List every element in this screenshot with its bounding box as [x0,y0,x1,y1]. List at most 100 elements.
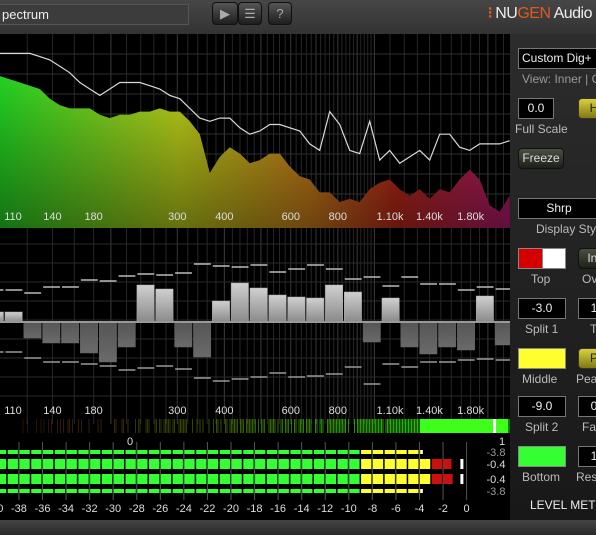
rms-segment [0,450,7,454]
frequency-label: 800 [329,211,347,223]
meter-scale-label: -4 [415,503,425,515]
p-button[interactable]: P [578,348,596,369]
rms-segment [361,489,372,493]
meter-scale-label: -26 [152,503,168,515]
peak-segment [431,459,443,469]
top-color-swatch-white[interactable] [542,248,566,269]
list-icon: ☰ [244,6,256,21]
deviation-bar [117,321,136,348]
peak-segment [101,474,113,484]
meter-scale-label: -34 [58,503,74,515]
frequency-label: 110 [4,211,22,223]
peak-segment [408,459,419,469]
deviation-bar [230,282,249,323]
deviation-bar [212,300,230,323]
fall-field[interactable]: 0 [578,396,596,417]
peak-segment [31,474,42,484]
res-label: Res [576,470,596,484]
menu-button[interactable]: ☰ [238,2,262,25]
help-button[interactable]: ? [268,2,292,25]
full-scale-label: Full Scale [515,122,568,136]
peak-segment [361,474,372,484]
meter-scale-label: -16 [270,503,286,515]
rms-segment [113,489,124,493]
peak-segment [90,474,101,484]
rms-segment [349,450,360,454]
analyzer-svg: 01 -40-38-36-34-32-30-28-26-24-22-20-18-… [0,34,510,515]
rms-segment [384,450,395,454]
split2-label: Split 2 [525,420,559,434]
peak-segment [372,459,384,469]
bottom-color-swatch[interactable] [518,446,566,467]
rms-segment [255,450,266,454]
peak-segment [196,459,207,469]
spectrum-fill-shade [0,76,510,228]
deviation-bar [325,284,343,323]
deviation-bar [23,321,42,339]
meter-scale-label: -18 [247,503,263,515]
rms-segment [408,450,419,454]
meter-scale-label: -14 [294,503,310,515]
rms-segment [66,489,77,493]
title-bar: pectrum ▶ ☰ ? ⁝ NUGEN Audio [0,0,596,34]
top-color-swatch-red[interactable] [518,248,543,269]
peak-hold-marker [460,459,464,469]
split1-field[interactable]: -3.0 [518,298,566,319]
fall-label: Fal [582,420,596,434]
meter-scale-label: -32 [82,503,98,515]
rms-segment [278,489,289,493]
freeze-button[interactable]: Freeze [518,148,564,169]
play-button[interactable]: ▶ [212,2,238,25]
deviation-bar [381,297,400,323]
frequency-label: 180 [84,405,102,417]
rms-segment [266,450,278,454]
peak-segment [78,474,89,484]
rms-segment [90,450,101,454]
rms-segment [290,450,301,454]
frequency-label: 600 [282,211,300,223]
h-button[interactable]: H [578,98,596,119]
full-scale-field[interactable]: 0.0 [518,98,554,119]
peak-segment [302,474,313,484]
peak-segment [0,474,7,484]
bottom-label: Bottom [522,470,561,484]
peak-segment [290,474,301,484]
frequency-label: 1.80k [457,211,484,223]
settings-panel: Custom Dig+ View: Inner | C 0.0 H Full S… [510,34,596,520]
rms-segment [419,450,421,454]
peak-hold-readout: -0.4 [487,474,506,486]
peak-segment [54,474,66,484]
peak-segment [184,474,195,484]
top-label: Top [531,272,551,286]
rms-segment [290,489,301,493]
peak-segment [255,474,266,484]
middle-color-swatch[interactable] [518,348,566,369]
peak-segment [66,459,77,469]
peak-segment [349,459,360,469]
peak-segment [337,474,348,484]
peak-segment [125,474,136,484]
rms-segment [184,450,195,454]
res-field[interactable]: 1 [578,446,596,467]
display-style-field[interactable]: Shrp [518,198,596,219]
preset-dropdown[interactable]: Custom Dig+ [518,48,596,69]
deviation-bar [344,291,362,323]
deviation-bar [42,321,61,344]
level-meter: -40-38-36-34-32-30-28-26-24-22-20-18-16-… [0,442,505,515]
nugen-audio-logo: ⁝ NUGEN Audio [487,5,593,22]
rms-segment [54,489,66,493]
rms-segment [196,450,207,454]
rms-segment [243,450,254,454]
meter-scale-label: -8 [367,503,377,515]
peak-segment [325,459,337,469]
rms-segment [7,489,18,493]
rms-segment [137,489,148,493]
deviation-bar [4,311,23,323]
t-field[interactable]: 1 [578,298,596,319]
frequency-label: 1.80k [457,405,484,417]
split2-field[interactable]: -9.0 [518,396,566,417]
rms-segment [90,489,101,493]
int-button[interactable]: Int [578,248,596,269]
peak-segment [160,474,172,484]
rms-segment [419,489,421,493]
